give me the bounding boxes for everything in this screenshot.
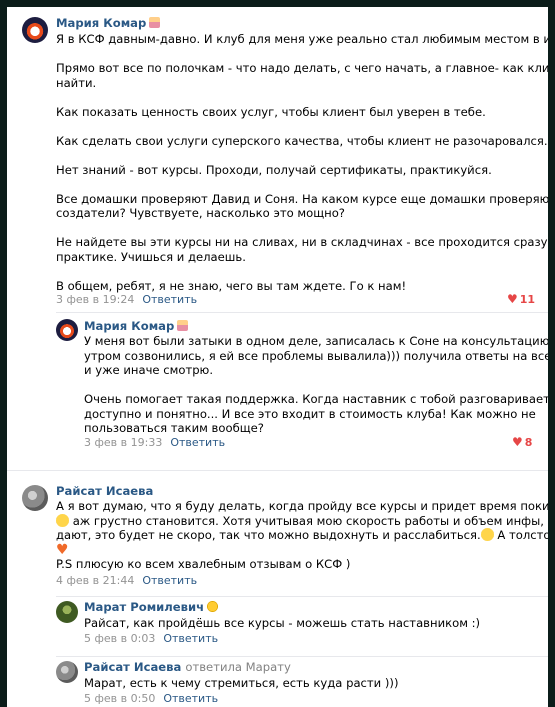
text-span: аж грустно становится. Хотя учитывая мою… bbox=[72, 513, 548, 528]
text-line: Нет знаний - вот курсы. Проходи, получай… bbox=[56, 162, 492, 177]
comment-author[interactable]: Марат Ромилевич bbox=[84, 600, 219, 614]
like-button[interactable]: ♥ 11 bbox=[507, 292, 535, 306]
like-button[interactable]: ♥ 8 bbox=[512, 435, 532, 449]
text-line: практике. Учишься и делаешь. bbox=[56, 249, 246, 264]
text-line: и уже иначе смотрю. bbox=[84, 363, 214, 377]
timestamp[interactable]: 4 фев в 21:44 bbox=[56, 574, 134, 587]
comment-meta: 5 фев в 0:50 Ответить bbox=[84, 692, 218, 705]
sunglasses-emoji-icon bbox=[207, 601, 219, 612]
reply-button[interactable]: Ответить bbox=[170, 436, 225, 449]
author-name[interactable]: Марат Ромилевич bbox=[84, 600, 204, 614]
text-line: Как сделать свои услуги суперского качес… bbox=[56, 133, 548, 148]
text-line: Прямо вот все по полочкам - что надо дел… bbox=[56, 61, 548, 75]
text-line: утром созвонились, я ей все проблемы выв… bbox=[84, 348, 548, 363]
text-line: аж грустно становится. Хотя учитывая мою… bbox=[56, 513, 548, 529]
text-line: P.S плюсую ко всем хвалебным отзывам о К… bbox=[56, 557, 351, 571]
text-line: Я в КСФ давным-давно. И клуб для меня уж… bbox=[56, 32, 548, 46]
text-line: Марат, есть к чему стремиться, есть куда… bbox=[84, 676, 399, 690]
comment-meta: 3 фев в 19:24 Ответить bbox=[56, 293, 197, 306]
woman-emoji-icon bbox=[177, 320, 189, 331]
author-name[interactable]: Райсат Исаева bbox=[84, 660, 181, 674]
reply-button[interactable]: Ответить bbox=[142, 574, 197, 587]
comment-text: Я в КСФ давным-давно. И клуб для меня уж… bbox=[56, 32, 548, 293]
woman-emoji-icon bbox=[149, 17, 161, 28]
timestamp[interactable]: 5 фев в 0:50 bbox=[84, 692, 155, 705]
reply-button[interactable]: Ответить bbox=[142, 293, 197, 306]
text-line: Райсат, как пройдёшь все курсы - можешь … bbox=[84, 616, 481, 630]
text-line: У меня вот были затыки в одном деле, зап… bbox=[84, 334, 548, 348]
comment-text: Марат, есть к чему стремиться, есть куда… bbox=[84, 676, 398, 691]
heart-icon: ♥ bbox=[512, 435, 523, 449]
sad-face-icon bbox=[56, 513, 69, 527]
divider bbox=[56, 312, 548, 313]
divider bbox=[56, 656, 548, 657]
timestamp[interactable]: 3 фев в 19:24 bbox=[56, 293, 134, 306]
text-span: А толстовочка - это bbox=[497, 528, 548, 542]
divider bbox=[56, 596, 548, 597]
comments-panel: Мария Комар Я в КСФ давным-давно. И клуб… bbox=[7, 7, 548, 707]
text-line: А я вот думаю, что я буду делать, когда … bbox=[56, 499, 548, 513]
text-line: доступно и понятно... И все это входит в… bbox=[84, 406, 536, 421]
author-name[interactable]: Райсат Исаева bbox=[56, 484, 153, 498]
like-count: 11 bbox=[519, 293, 536, 306]
comment-author[interactable]: Мария Комар bbox=[56, 16, 161, 30]
author-name[interactable]: Мария Комар bbox=[84, 319, 174, 333]
avatar[interactable] bbox=[56, 601, 78, 623]
comment-author[interactable]: Райсат Исаева bbox=[56, 484, 153, 498]
text-line: Очень помогает такая поддержка. Когда на… bbox=[84, 392, 548, 406]
text-line: создатели? Чувствуете, насколько это мощ… bbox=[56, 206, 345, 220]
avatar[interactable] bbox=[22, 485, 48, 511]
avatar[interactable] bbox=[56, 661, 78, 683]
comment-text: Райсат, как пройдёшь все курсы - можешь … bbox=[84, 616, 480, 631]
reply-button[interactable]: Ответить bbox=[163, 692, 218, 705]
text-line: Не найдете вы эти курсы ни на сливах, ни… bbox=[56, 235, 548, 249]
comment-text: У меня вот были затыки в одном деле, зап… bbox=[84, 334, 548, 436]
text-line: Все домашки проверяют Давид и Соня. На к… bbox=[56, 191, 548, 206]
comment-meta: 4 фев в 21:44 Ответить bbox=[56, 574, 197, 587]
like-count: 8 bbox=[524, 436, 533, 449]
comment-meta: 5 фев в 0:03 Ответить bbox=[84, 632, 218, 645]
text-line: Как показать ценность своих услуг, чтобы… bbox=[56, 104, 486, 119]
text-line: дают, это будет не скоро, так что можно … bbox=[56, 528, 548, 543]
divider bbox=[7, 470, 548, 471]
comment-text: А я вот думаю, что я буду делать, когда … bbox=[56, 499, 548, 572]
comment-meta: 3 фев в 19:33 Ответить bbox=[84, 436, 225, 449]
grin-face-icon bbox=[480, 528, 494, 541]
text-span: дают, это будет не скоро, так что можно … bbox=[56, 528, 481, 542]
comment-author[interactable]: Мария Комар bbox=[84, 319, 189, 333]
comment-author[interactable]: Райсат Исаева ответила Марату bbox=[84, 660, 291, 674]
reply-button[interactable]: Ответить bbox=[163, 632, 218, 645]
avatar[interactable] bbox=[22, 17, 48, 43]
reply-to-label[interactable]: ответила Марату bbox=[185, 660, 291, 674]
text-line: ♥ bbox=[56, 543, 548, 558]
timestamp[interactable]: 3 фев в 19:33 bbox=[84, 436, 162, 449]
author-name[interactable]: Мария Комар bbox=[56, 16, 146, 30]
heart-icon: ♥ bbox=[507, 292, 518, 306]
orange-heart-icon: ♥ bbox=[56, 541, 69, 558]
avatar[interactable] bbox=[56, 319, 78, 341]
text-line: В общем, ребят, я не знаю, чего вы там ж… bbox=[56, 278, 407, 293]
text-line: пользоваться таким вообще? bbox=[84, 421, 264, 435]
text-line: найти. bbox=[56, 75, 97, 90]
timestamp[interactable]: 5 фев в 0:03 bbox=[84, 632, 155, 645]
